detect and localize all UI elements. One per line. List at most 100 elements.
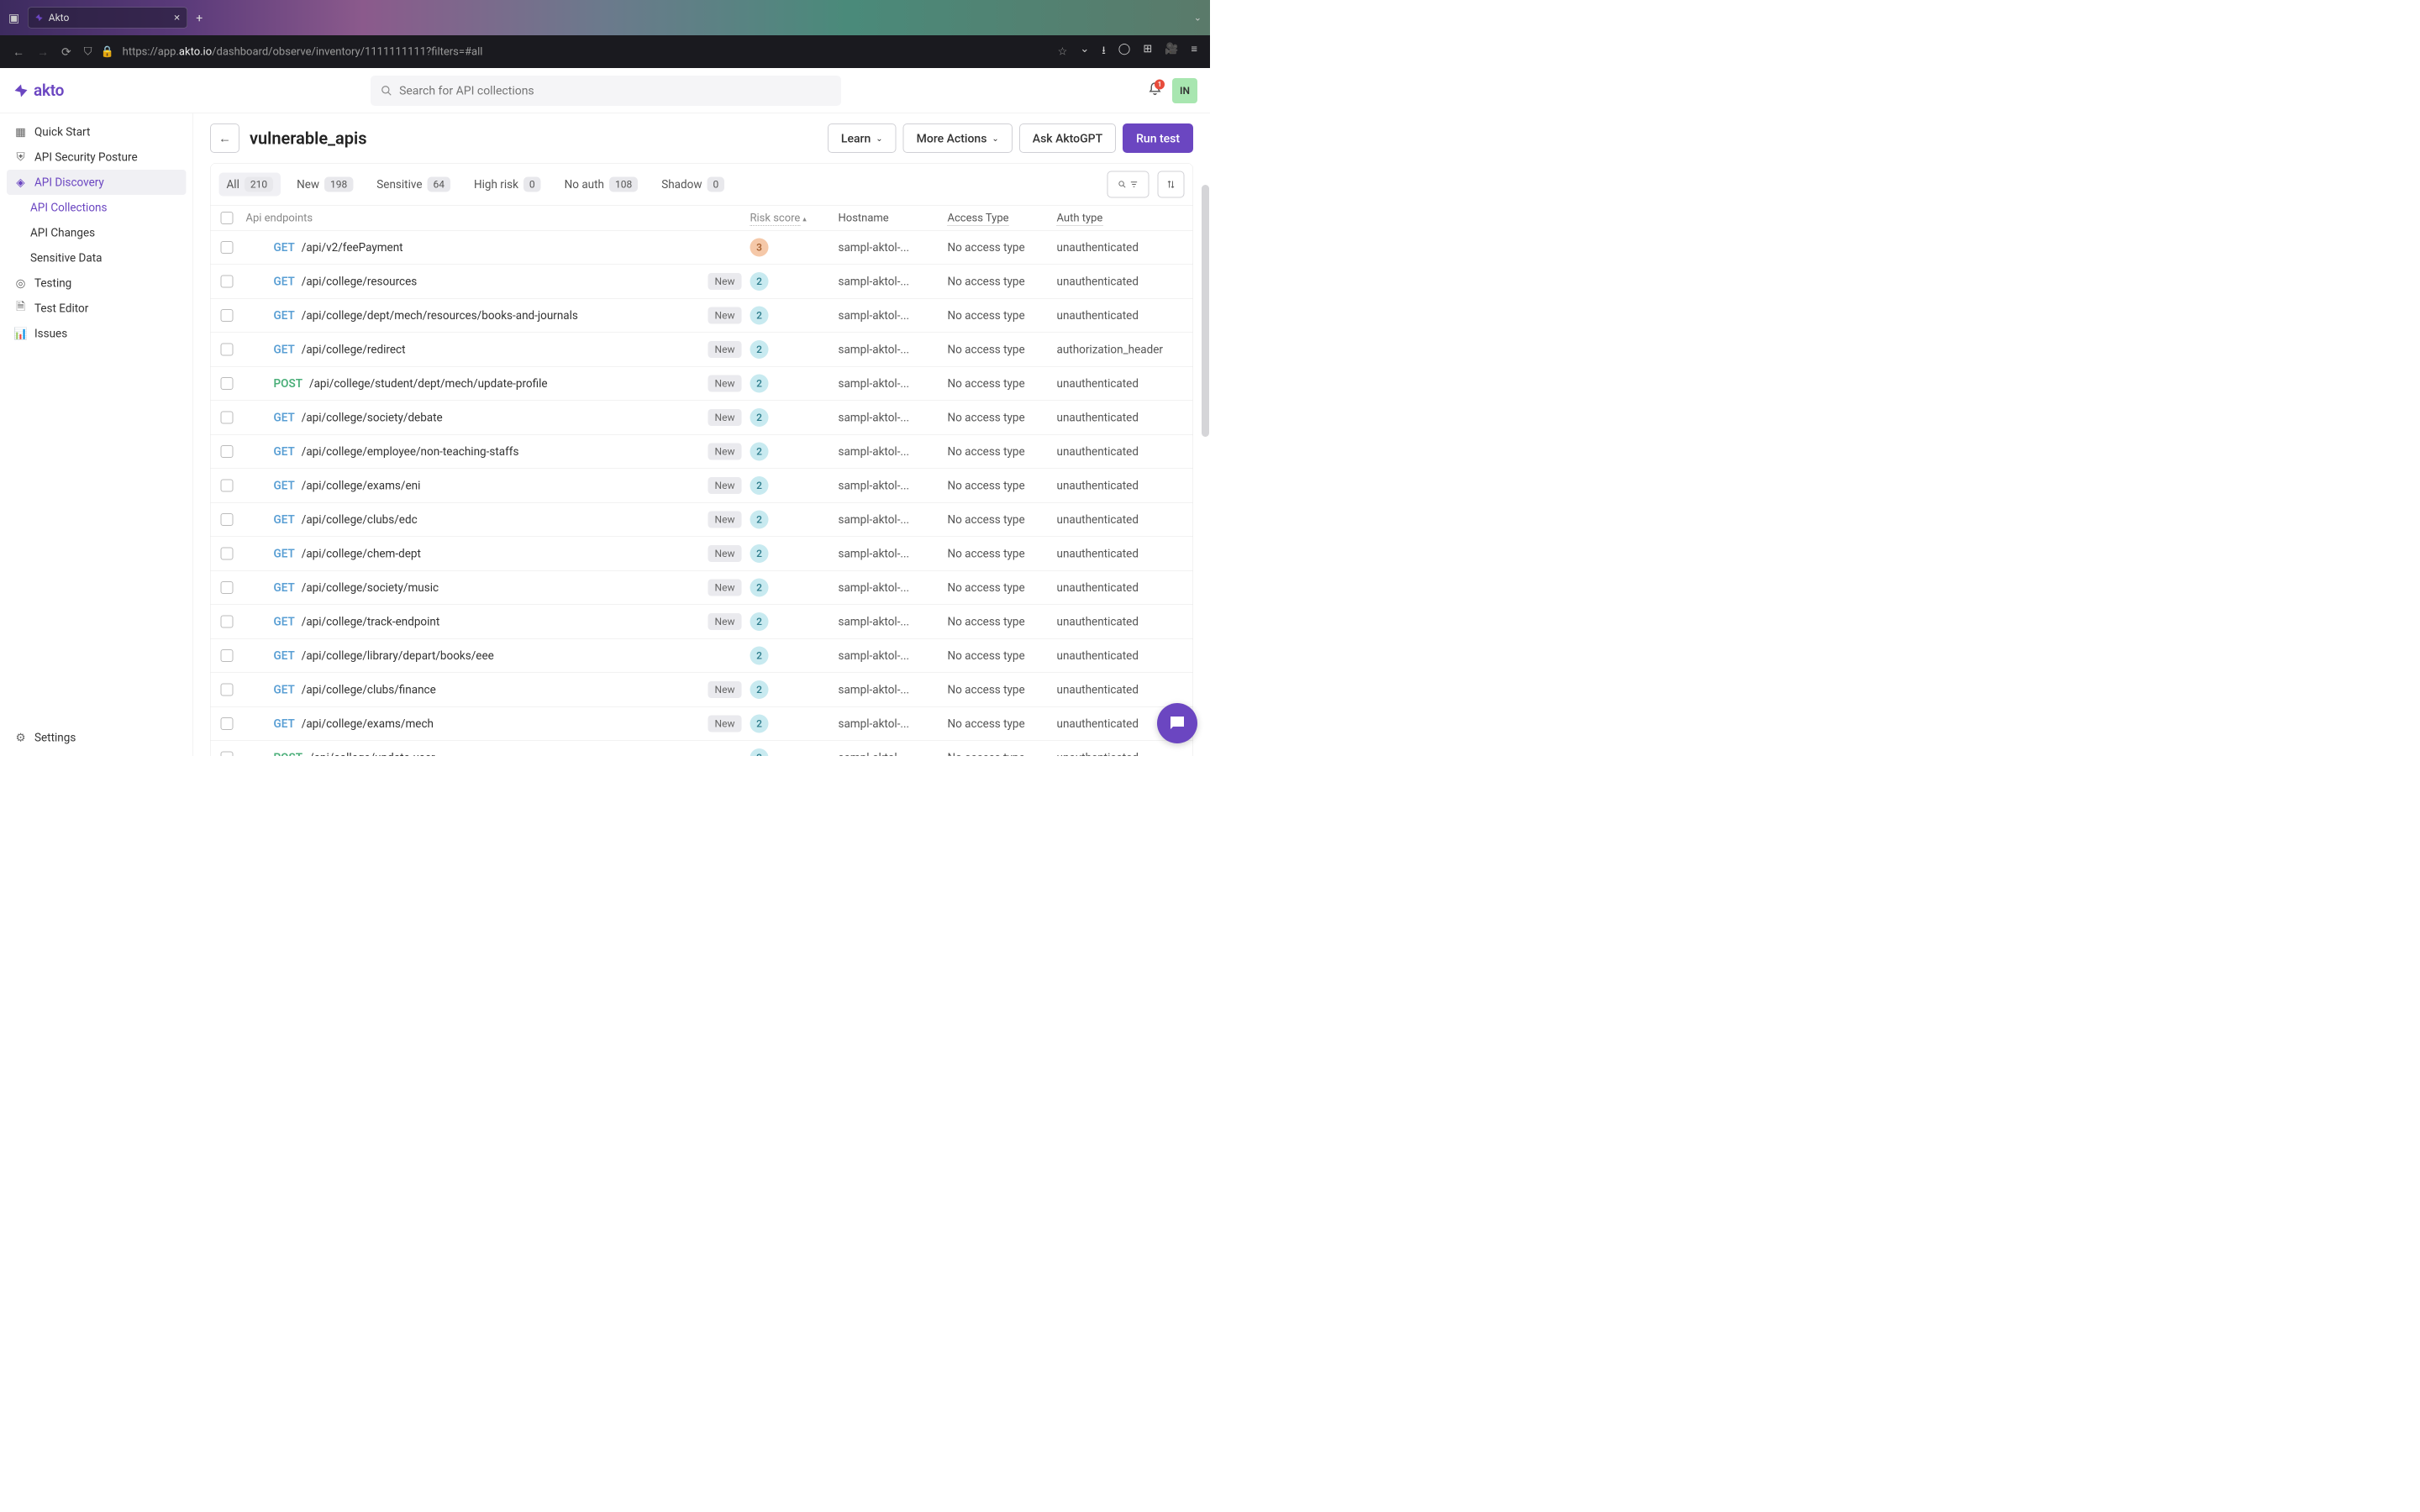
meeting-icon[interactable]: 🎥 xyxy=(1165,43,1178,61)
url-input[interactable]: ⛉ 🔒 https://app.akto.io/dashboard/observ… xyxy=(84,45,1068,59)
back-button[interactable]: ← xyxy=(210,123,239,153)
http-method: GET xyxy=(274,343,295,356)
sidebar-item-api-discovery[interactable]: ◈ API Discovery xyxy=(7,170,187,195)
pocket-icon[interactable]: ⌄ xyxy=(1080,43,1089,61)
table-row[interactable]: GET /api/college/resources New 2 sampl-a… xyxy=(211,265,1193,299)
table-row[interactable]: GET /api/college/chem-dept New 2 sampl-a… xyxy=(211,537,1193,571)
account-icon[interactable]: ◯ xyxy=(1118,43,1131,61)
table-row[interactable]: GET /api/college/dept/mech/resources/boo… xyxy=(211,299,1193,333)
extensions-icon[interactable]: ⊞ xyxy=(1143,43,1152,61)
sidebar-item-quickstart[interactable]: ▦ Quick Start xyxy=(7,119,187,144)
sidebar-item-sensitive-data[interactable]: Sensitive Data xyxy=(7,245,187,270)
nav-forward-icon[interactable]: → xyxy=(37,45,49,59)
more-actions-button[interactable]: More Actions⌄ xyxy=(903,123,1013,153)
run-test-button[interactable]: Run test xyxy=(1123,123,1193,153)
header-auth[interactable]: Auth type xyxy=(1057,212,1183,224)
table-row[interactable]: GET /api/college/clubs/edc New 2 sampl-a… xyxy=(211,503,1193,538)
row-checkbox[interactable] xyxy=(221,344,234,356)
http-method: GET xyxy=(274,581,295,595)
filter-tab-new[interactable]: New 198 xyxy=(289,173,360,197)
user-avatar[interactable]: IN xyxy=(1172,78,1197,103)
header-endpoints[interactable]: Api endpoints xyxy=(246,212,750,224)
search-box[interactable] xyxy=(371,76,841,106)
header-risk[interactable]: Risk score▴ xyxy=(750,212,839,224)
shield-check-icon: ⛨ xyxy=(14,151,27,164)
row-checkbox[interactable] xyxy=(221,548,234,560)
filter-tab-shadow[interactable]: Shadow 0 xyxy=(654,173,732,197)
new-badge: New xyxy=(708,580,742,596)
notification-bell-icon[interactable]: 1 xyxy=(1148,81,1162,99)
hostname-cell: sampl-aktol-... xyxy=(839,581,948,595)
row-checkbox[interactable] xyxy=(221,684,234,696)
table-row[interactable]: GET /api/v2/feePayment 3 sampl-aktol-...… xyxy=(211,231,1193,265)
table-sort-button[interactable] xyxy=(1158,171,1185,198)
learn-button[interactable]: Learn⌄ xyxy=(828,123,897,153)
row-checkbox[interactable] xyxy=(221,377,234,390)
scrollbar[interactable] xyxy=(1202,185,1209,437)
row-checkbox[interactable] xyxy=(221,480,234,492)
table-row[interactable]: POST /api/college/student/dept/mech/upda… xyxy=(211,367,1193,402)
ask-aktogpt-button[interactable]: Ask AktoGPT xyxy=(1019,123,1116,153)
row-checkbox[interactable] xyxy=(221,581,234,594)
table-row[interactable]: GET /api/college/redirect New 2 sampl-ak… xyxy=(211,333,1193,367)
sidebar-item-api-collections[interactable]: API Collections xyxy=(7,195,187,220)
chat-support-button[interactable] xyxy=(1157,703,1197,743)
table-row[interactable]: GET /api/college/society/debate New 2 sa… xyxy=(211,401,1193,435)
row-checkbox[interactable] xyxy=(221,513,234,526)
table-search-filter-button[interactable] xyxy=(1107,171,1150,198)
table-row[interactable]: GET /api/college/employee/non-teaching-s… xyxy=(211,435,1193,470)
window-dropdown-icon[interactable]: ⌄ xyxy=(1194,13,1202,24)
filter-tab-noauth[interactable]: No auth 108 xyxy=(557,173,646,197)
logo[interactable]: akto xyxy=(13,81,64,100)
shield-icon[interactable]: ⛉ xyxy=(84,45,92,59)
row-checkbox[interactable] xyxy=(221,445,234,458)
sidebar-toggle-icon[interactable]: ▣ xyxy=(8,11,19,25)
sidebar-item-settings[interactable]: ⚙ Settings xyxy=(7,725,187,750)
compass-icon: ◈ xyxy=(14,176,27,189)
nav-reload-icon[interactable]: ⟳ xyxy=(61,45,71,59)
hostname-cell: sampl-aktol-... xyxy=(839,275,948,288)
filter-tab-highrisk[interactable]: High risk 0 xyxy=(466,173,549,197)
sidebar-item-test-editor[interactable]: 🗎 Test Editor xyxy=(7,296,187,321)
new-badge: New xyxy=(708,409,742,426)
download-icon[interactable]: ⭳ xyxy=(1102,43,1106,61)
page-title: vulnerable_apis xyxy=(250,129,818,149)
bookmark-star-icon[interactable]: ☆ xyxy=(1058,45,1068,58)
sidebar-item-issues[interactable]: 📊 Issues xyxy=(7,321,187,346)
table-row[interactable]: GET /api/college/track-endpoint New 2 sa… xyxy=(211,605,1193,639)
header-hostname[interactable]: Hostname xyxy=(839,212,948,224)
tab-close-icon[interactable]: ✕ xyxy=(173,13,180,23)
risk-badge: 2 xyxy=(750,375,769,393)
sidebar-item-label: Test Editor xyxy=(34,302,88,315)
table-row[interactable]: GET /api/college/clubs/finance New 2 sam… xyxy=(211,673,1193,707)
browser-tab[interactable]: Akto ✕ xyxy=(28,8,187,29)
row-checkbox[interactable] xyxy=(221,649,234,662)
menu-icon[interactable]: ≡ xyxy=(1191,43,1197,61)
row-checkbox[interactable] xyxy=(221,752,234,757)
table-row[interactable]: GET /api/college/society/music New 2 sam… xyxy=(211,571,1193,606)
new-tab-button[interactable]: + xyxy=(192,11,207,25)
sidebar-item-testing[interactable]: ◎ Testing xyxy=(7,270,187,296)
table-row[interactable]: POST /api/college/update-user 2 sampl-ak… xyxy=(211,741,1193,756)
row-checkbox[interactable] xyxy=(221,276,234,288)
row-checkbox[interactable] xyxy=(221,309,234,322)
filter-tab-sensitive[interactable]: Sensitive 64 xyxy=(369,173,458,197)
header-access[interactable]: Access Type xyxy=(948,212,1057,224)
sidebar-item-security-posture[interactable]: ⛨ API Security Posture xyxy=(7,144,187,170)
table-row[interactable]: GET /api/college/exams/eni New 2 sampl-a… xyxy=(211,469,1193,503)
sidebar-item-api-changes[interactable]: API Changes xyxy=(7,220,187,245)
search-input[interactable] xyxy=(399,84,831,98)
http-method: GET xyxy=(274,683,295,696)
auth-cell: unauthenticated xyxy=(1057,513,1183,527)
table-row[interactable]: GET /api/college/exams/mech New 2 sampl-… xyxy=(211,707,1193,742)
row-checkbox[interactable] xyxy=(221,241,234,254)
row-checkbox[interactable] xyxy=(221,717,234,730)
select-all-checkbox[interactable] xyxy=(221,212,234,224)
row-checkbox[interactable] xyxy=(221,616,234,628)
filter-tab-all[interactable]: All 210 xyxy=(219,173,281,197)
row-checkbox[interactable] xyxy=(221,412,234,424)
nav-back-icon[interactable]: ← xyxy=(13,45,24,59)
table-row[interactable]: GET /api/college/library/depart/books/ee… xyxy=(211,639,1193,674)
endpoint-path: /api/college/society/debate xyxy=(302,411,443,424)
lock-icon[interactable]: 🔒 xyxy=(100,45,113,58)
